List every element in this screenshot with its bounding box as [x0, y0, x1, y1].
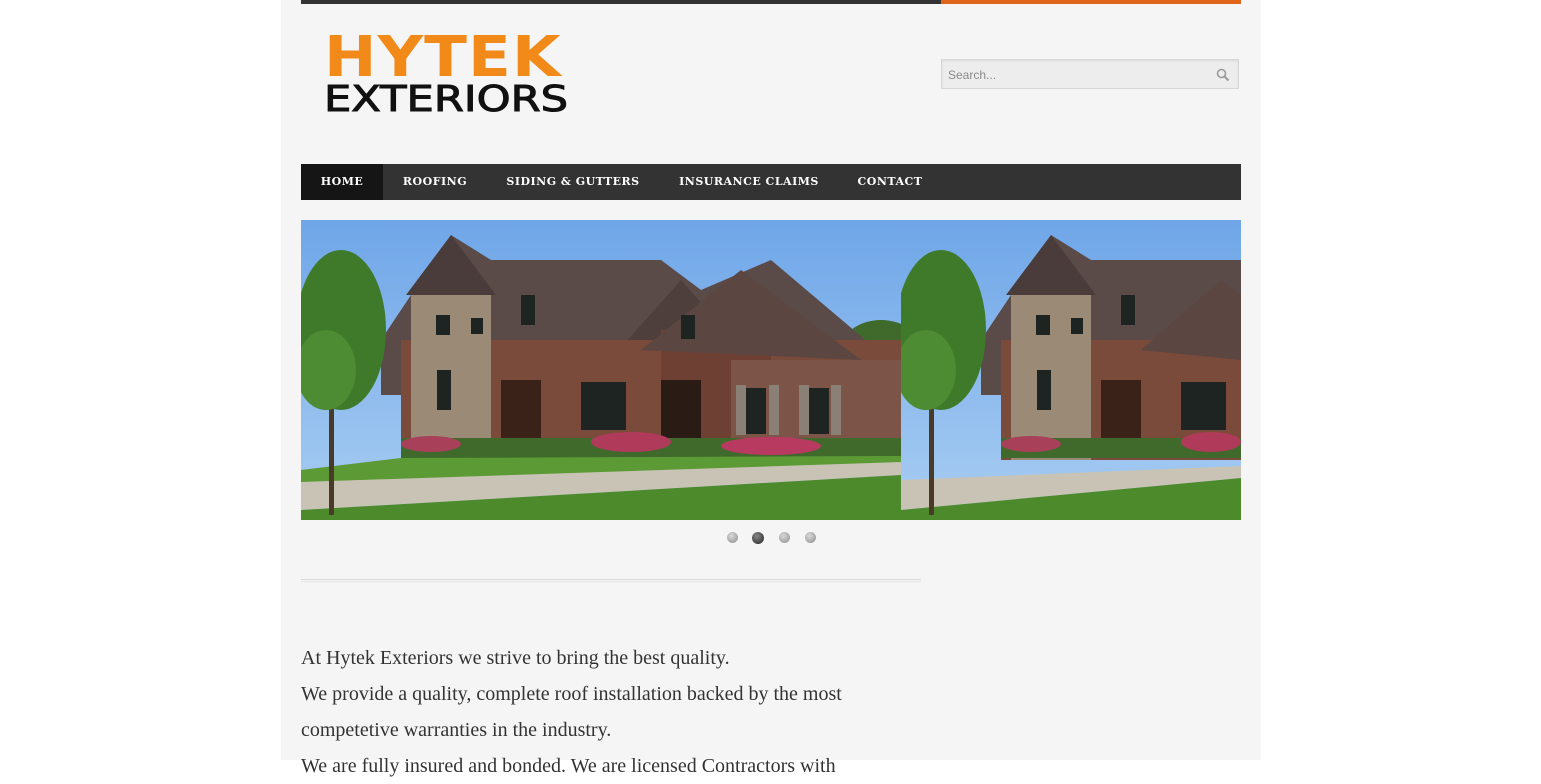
intro-line-2: We provide a quality, complete roof inst…	[301, 683, 842, 705]
intro-line-3: competetive warranties in the industry.	[301, 719, 612, 741]
intro-line-1: At Hytek Exteriors we strive to bring th…	[301, 647, 730, 669]
search-icon[interactable]	[1216, 68, 1230, 82]
logo-text-exteriors: EXTERIORS	[323, 79, 569, 120]
site-logo[interactable]: HYTEK EXTERIORS	[323, 25, 589, 120]
logo-text-hytek: HYTEK	[324, 25, 562, 90]
content-divider	[301, 579, 921, 582]
slide-house-photo-next	[901, 220, 1241, 520]
nav-item-insurance-claims[interactable]: INSURANCE CLAIMS	[659, 164, 839, 200]
slider-dot-1[interactable]	[727, 532, 738, 543]
slider-pagination	[721, 532, 831, 546]
nav-item-roofing[interactable]: ROOFING	[383, 164, 487, 200]
slider-dot-3[interactable]	[779, 532, 790, 543]
top-accent-bar	[301, 0, 1241, 4]
nav-item-siding-gutters[interactable]: SIDING & GUTTERS	[487, 164, 659, 200]
search-box	[941, 59, 1239, 89]
slider-dot-4[interactable]	[805, 532, 816, 543]
slide-house-photo	[301, 220, 901, 520]
nav-item-contact[interactable]: CONTACT	[839, 164, 941, 200]
top-accent-orange	[941, 0, 1241, 4]
search-input[interactable]	[948, 66, 1208, 83]
image-slider[interactable]	[301, 220, 1241, 520]
nav-item-home[interactable]: HOME	[301, 164, 383, 200]
main-navigation: HOME ROOFING SIDING & GUTTERS INSURANCE …	[301, 164, 1241, 200]
intro-line-4: We are fully insured and bonded. We are …	[301, 755, 836, 777]
intro-text: At Hytek Exteriors we strive to bring th…	[301, 640, 941, 784]
slider-dot-2[interactable]	[752, 532, 764, 544]
page-container: HYTEK EXTERIORS HOME ROOFING SIDING & GU…	[281, 0, 1261, 777]
